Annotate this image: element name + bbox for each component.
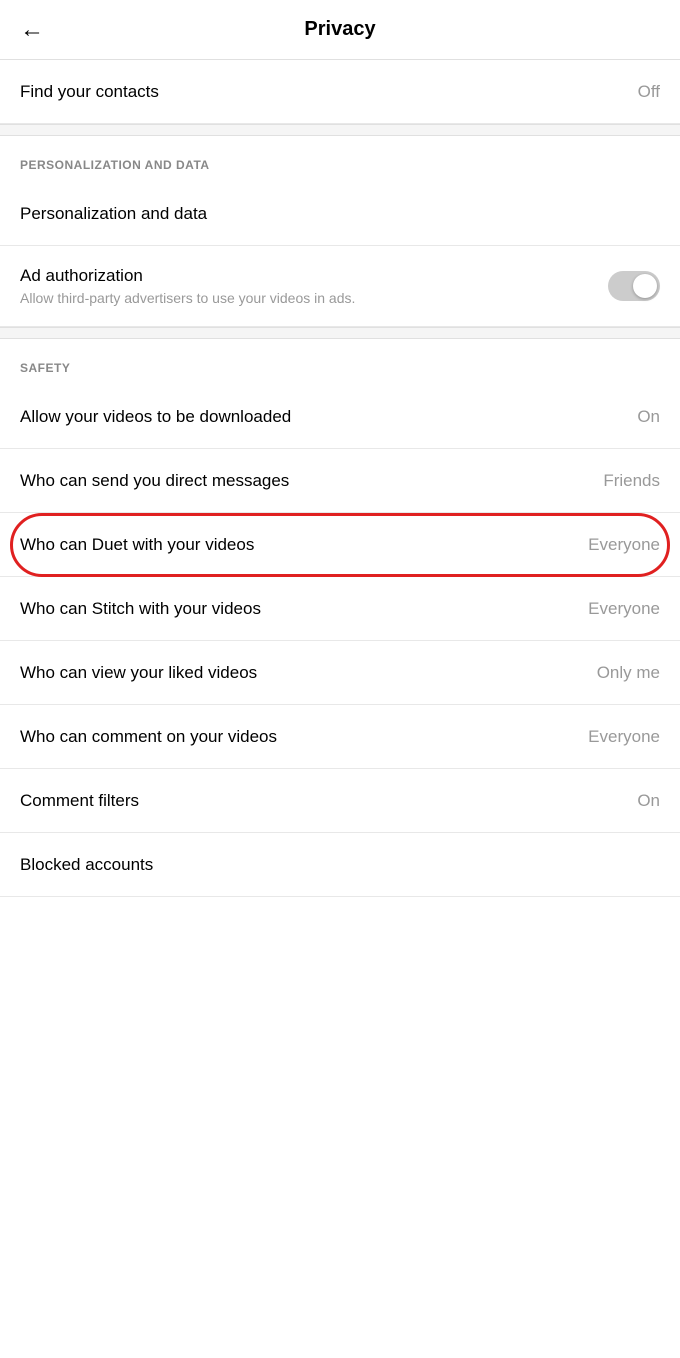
back-button[interactable]: ← — [20, 18, 44, 42]
stitch-row[interactable]: Who can Stitch with your videos Everyone — [0, 577, 680, 641]
comment-filters-value: On — [637, 791, 660, 811]
ad-authorization-description: Allow third-party advertisers to use you… — [20, 290, 608, 306]
ad-authorization-toggle[interactable] — [608, 271, 660, 301]
duet-label: Who can Duet with your videos — [20, 535, 576, 555]
allow-downloads-label: Allow your videos to be downloaded — [20, 407, 625, 427]
ad-authorization-row[interactable]: Ad authorization Allow third-party adver… — [0, 246, 680, 327]
find-contacts-row[interactable]: Find your contacts Off — [0, 60, 680, 124]
duet-value: Everyone — [588, 535, 660, 555]
section-divider-2 — [0, 327, 680, 339]
allow-downloads-row[interactable]: Allow your videos to be downloaded On — [0, 385, 680, 449]
comment-value: Everyone — [588, 727, 660, 747]
comment-filters-row[interactable]: Comment filters On — [0, 769, 680, 833]
comment-filters-label: Comment filters — [20, 791, 625, 811]
personalization-data-label: Personalization and data — [20, 204, 660, 224]
blocked-accounts-row[interactable]: Blocked accounts — [0, 833, 680, 897]
page-title: Privacy — [304, 18, 375, 41]
toggle-thumb — [633, 274, 657, 298]
find-contacts-label: Find your contacts — [20, 82, 626, 102]
section-divider-1 — [0, 124, 680, 136]
allow-downloads-value: On — [637, 407, 660, 427]
stitch-label: Who can Stitch with your videos — [20, 599, 576, 619]
liked-videos-value: Only me — [597, 663, 660, 683]
ad-authorization-label: Ad authorization — [20, 266, 608, 286]
header: ← Privacy — [0, 0, 680, 60]
safety-section-label: SAFETY — [0, 339, 680, 385]
liked-videos-label: Who can view your liked videos — [20, 663, 585, 683]
ad-authorization-left: Ad authorization Allow third-party adver… — [20, 266, 608, 306]
personalization-section-label: PERSONALIZATION AND DATA — [0, 136, 680, 182]
blocked-accounts-label: Blocked accounts — [20, 855, 660, 875]
duet-row[interactable]: Who can Duet with your videos Everyone — [0, 513, 680, 577]
liked-videos-row[interactable]: Who can view your liked videos Only me — [0, 641, 680, 705]
stitch-value: Everyone — [588, 599, 660, 619]
direct-messages-label: Who can send you direct messages — [20, 471, 591, 491]
direct-messages-value: Friends — [603, 471, 660, 491]
comment-row[interactable]: Who can comment on your videos Everyone — [0, 705, 680, 769]
find-contacts-value: Off — [638, 82, 660, 102]
direct-messages-row[interactable]: Who can send you direct messages Friends — [0, 449, 680, 513]
personalization-data-row[interactable]: Personalization and data — [0, 182, 680, 246]
comment-label: Who can comment on your videos — [20, 727, 576, 747]
